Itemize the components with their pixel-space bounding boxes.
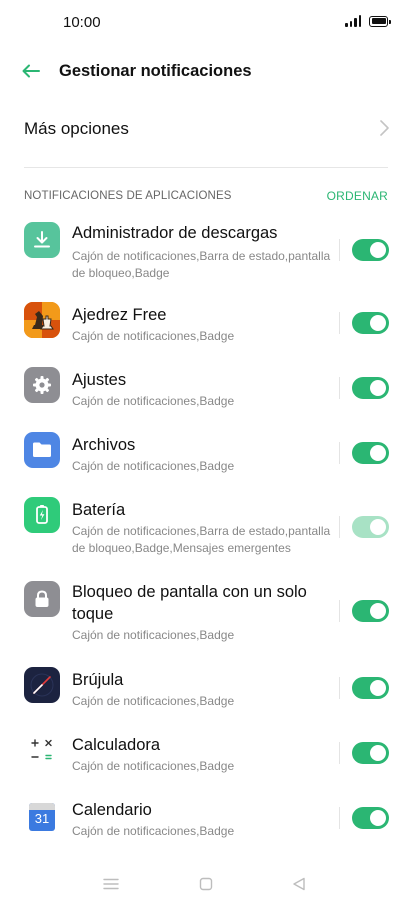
lock-icon <box>24 581 60 617</box>
chevron-right-icon <box>380 120 389 136</box>
notification-toggle[interactable] <box>352 807 389 829</box>
vertical-divider <box>339 312 340 334</box>
menu-nav-button[interactable] <box>100 874 122 894</box>
home-nav-button[interactable] <box>195 874 217 894</box>
vertical-divider <box>339 442 340 464</box>
toggle-knob <box>370 603 386 619</box>
calculator-icon <box>24 732 60 768</box>
app-name: Bloqueo de pantalla con un solo toque <box>72 583 307 623</box>
calendar-icon: 31 <box>24 799 60 835</box>
toggle-knob <box>370 745 386 761</box>
notification-toggle[interactable] <box>352 377 389 399</box>
app-notification-types: Cajón de notificaciones,Barra de estado,… <box>72 524 331 555</box>
toggle-knob <box>370 242 386 258</box>
app-name: Calculadora <box>72 736 161 754</box>
status-time: 10:00 <box>63 14 101 31</box>
back-button[interactable] <box>16 56 46 86</box>
app-name: Batería <box>72 501 126 519</box>
notification-toggle[interactable] <box>352 600 389 622</box>
app-bar: Gestionar notificaciones <box>0 46 412 96</box>
toggle-knob <box>370 315 386 331</box>
app-notification-types: Cajón de notificaciones,Badge <box>72 824 235 838</box>
battery-icon <box>24 497 60 533</box>
battery-status-icon <box>369 15 391 27</box>
vertical-divider <box>339 677 340 699</box>
status-bar: 10:00 <box>0 0 412 46</box>
page-title: Gestionar notificaciones <box>59 62 252 80</box>
home-icon <box>199 877 213 891</box>
app-notification-types: Cajón de notificaciones,Barra de estado,… <box>72 249 331 280</box>
app-notification-types: Cajón de notificaciones,Badge <box>72 329 235 343</box>
arrow-left-icon <box>22 64 40 78</box>
app-name: Administrador de descargas <box>72 224 278 242</box>
gear-icon <box>24 367 60 403</box>
toggle-knob <box>370 519 386 535</box>
toggle-knob <box>370 380 386 396</box>
signal-icon <box>345 15 361 27</box>
app-notification-types: Cajón de notificaciones,Badge <box>72 459 235 473</box>
app-notification-types: Cajón de notificaciones,Badge <box>72 394 235 408</box>
app-name: Archivos <box>72 436 136 454</box>
menu-icon <box>103 878 119 890</box>
vertical-divider <box>339 742 340 764</box>
navigation-bar <box>0 862 412 906</box>
vertical-divider <box>339 377 340 399</box>
app-notification-types: Cajón de notificaciones,Badge <box>72 628 235 642</box>
notification-toggle[interactable] <box>352 742 389 764</box>
notification-toggle[interactable] <box>352 312 389 334</box>
app-name: Calendario <box>72 801 152 819</box>
toggle-knob <box>370 680 386 696</box>
toggle-knob <box>370 810 386 826</box>
status-icons <box>345 15 391 27</box>
download-icon <box>24 222 60 258</box>
more-options-row[interactable]: Más opciones <box>0 100 412 158</box>
more-options-label: Más opciones <box>24 119 129 138</box>
notification-toggle[interactable] <box>352 677 389 699</box>
back-triangle-icon <box>293 877 305 891</box>
section-header: NOTIFICACIONES DE APLICACIONES <box>24 190 232 202</box>
app-name: Ajustes <box>72 371 127 389</box>
notification-toggle[interactable] <box>352 442 389 464</box>
calendar-day-text: 31 <box>34 811 50 826</box>
vertical-divider <box>339 600 340 622</box>
compass-icon <box>24 667 60 703</box>
chess-icon <box>24 302 60 338</box>
sort-button[interactable]: ORDENAR <box>327 189 388 203</box>
folder-icon <box>24 432 60 468</box>
vertical-divider <box>339 516 340 538</box>
app-notification-types: Cajón de notificaciones,Badge <box>72 759 235 773</box>
toggle-knob <box>370 445 386 461</box>
vertical-divider <box>339 239 340 261</box>
notification-toggle <box>352 516 389 538</box>
app-name: Brújula <box>72 671 124 689</box>
notification-toggle[interactable] <box>352 239 389 261</box>
vertical-divider <box>339 807 340 829</box>
back-nav-button[interactable] <box>288 874 310 894</box>
app-notification-types: Cajón de notificaciones,Badge <box>72 694 235 708</box>
divider <box>24 167 388 168</box>
app-name: Ajedrez Free <box>72 306 167 324</box>
